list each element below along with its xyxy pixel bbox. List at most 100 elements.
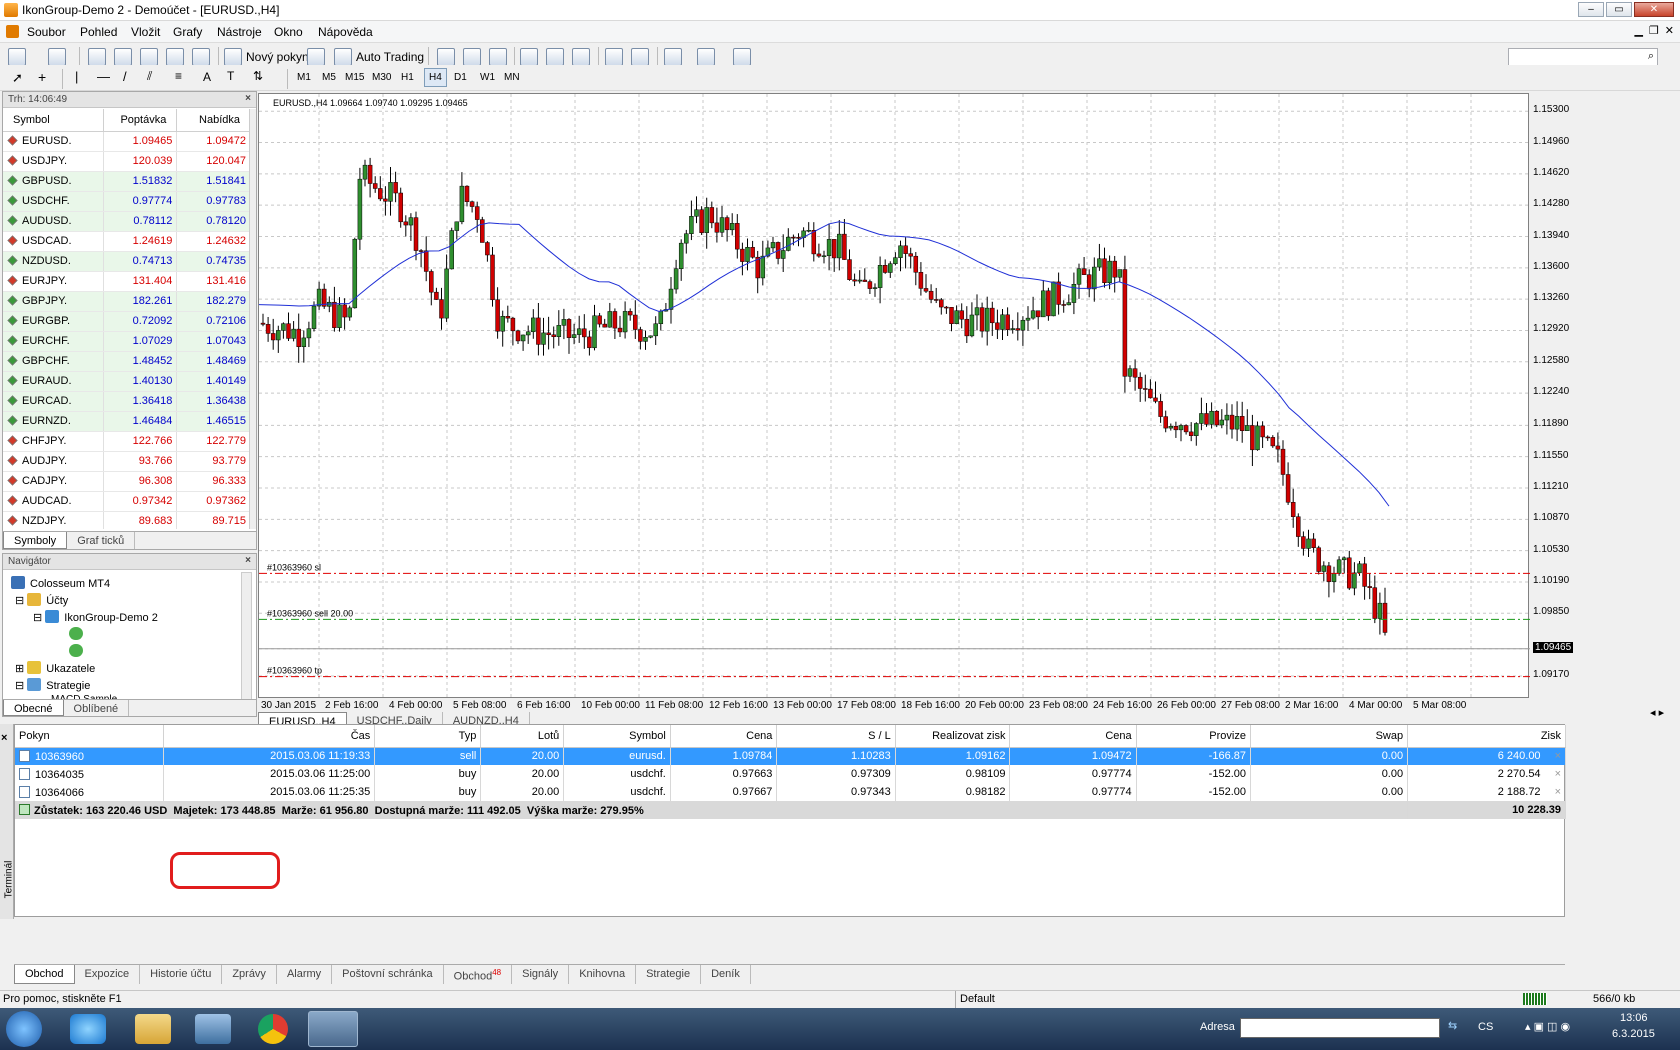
tab-symbols[interactable]: Symboly — [3, 532, 68, 549]
zoom-out-icon[interactable] — [546, 48, 564, 66]
close-order-icon[interactable]: × — [1555, 786, 1561, 798]
tf-m1[interactable]: M1 — [297, 72, 311, 83]
nav-user-2[interactable] — [69, 644, 88, 658]
terminal-close-icon[interactable]: × — [1, 732, 7, 744]
close-order-icon[interactable]: × — [1555, 768, 1561, 780]
close-icon[interactable]: × — [245, 93, 251, 104]
data-window-icon[interactable] — [114, 48, 132, 66]
close-order-icon[interactable]: × — [1555, 750, 1561, 762]
nav-root[interactable]: Colosseum MT4 — [11, 576, 110, 590]
mt4-taskbar-button[interactable] — [308, 1011, 358, 1047]
metaeditor-icon[interactable] — [307, 48, 325, 66]
market-watch-icon[interactable] — [88, 48, 106, 66]
child-close-icon[interactable]: ✕ — [1665, 24, 1674, 37]
col-header[interactable]: Zisk — [1407, 725, 1566, 748]
col-header[interactable]: Cena — [1009, 725, 1137, 748]
terminal-tab[interactable]: Knihovna — [569, 965, 637, 984]
minimize-button[interactable]: – — [1578, 2, 1604, 17]
chart-tabs-arrows-icon[interactable]: ◂ ▸ — [1650, 706, 1664, 719]
market-watch-row[interactable]: EURNZD. 1.46484 1.46515 — [3, 411, 251, 432]
market-watch-row[interactable]: EURCHF. 1.07029 1.07043 — [3, 331, 251, 352]
terminal-tab[interactable]: Strategie — [636, 965, 702, 984]
tab-general[interactable]: Obecné — [3, 700, 64, 716]
market-watch-row[interactable]: USDCHF. 0.97774 0.97783 — [3, 191, 251, 212]
terminal-tab[interactable]: Signály — [512, 965, 570, 984]
cursor-icon[interactable]: ➚ — [12, 70, 23, 86]
close-button[interactable]: ✕ — [1634, 2, 1674, 17]
child-minimize-icon[interactable]: ▁ — [1634, 24, 1642, 37]
terminal-tab[interactable]: Deník — [701, 965, 751, 984]
tf-h4[interactable]: H4 — [424, 68, 447, 87]
chrome-icon[interactable] — [258, 1014, 288, 1044]
terminal-tab[interactable]: Zprávy — [222, 965, 277, 984]
tf-mn[interactable]: MN — [504, 72, 520, 83]
trade-row[interactable]: 10363960 2015.03.06 11:19:33 sell 20.00 euru… — [15, 747, 1566, 765]
terminal-tab[interactable]: Obchod — [14, 965, 75, 984]
menu-view[interactable]: Pohled — [80, 25, 117, 39]
terminal-tab[interactable]: Expozice — [75, 965, 141, 984]
trendline-icon[interactable]: / — [123, 69, 127, 84]
nav-user-1[interactable] — [69, 627, 88, 641]
tf-m30[interactable]: M30 — [372, 72, 391, 83]
nav-account[interactable]: ⊟ IkonGroup-Demo 2 — [33, 610, 158, 624]
tf-d1[interactable]: D1 — [454, 72, 467, 83]
horizontal-line-icon[interactable]: — — [97, 69, 110, 84]
tray-icons[interactable]: ▴ ▣ ◫ ◉ — [1525, 1020, 1570, 1033]
col-header[interactable]: Lotů — [480, 725, 565, 748]
new-order-icon[interactable] — [224, 48, 242, 66]
col-ask[interactable]: Nabídka — [176, 109, 251, 132]
market-watch-row[interactable]: EURGBP. 0.72092 0.72106 — [3, 311, 251, 332]
market-watch-row[interactable]: EURUSD. 1.09465 1.09472 — [3, 131, 251, 152]
market-watch-row[interactable]: USDCAD. 1.24619 1.24632 — [3, 231, 251, 252]
market-watch-row[interactable]: AUDJPY. 93.766 93.779 — [3, 451, 251, 472]
auto-trading-button[interactable]: Auto Trading — [356, 50, 424, 64]
market-watch-row[interactable]: CHFJPY. 122.766 122.779 — [3, 431, 251, 452]
terminal-tab[interactable]: Obchod48 — [444, 965, 513, 984]
auto-trading-icon[interactable] — [334, 48, 352, 66]
tab-tick-chart[interactable]: Graf ticků — [67, 532, 136, 549]
tf-w1[interactable]: W1 — [480, 72, 495, 83]
text-label-icon[interactable]: T — [227, 69, 234, 83]
col-header[interactable]: Typ — [374, 725, 482, 748]
navigator-scrollbar[interactable] — [241, 572, 252, 702]
start-button[interactable] — [6, 1011, 42, 1047]
trade-row[interactable]: 10364035 2015.03.06 11:25:00 buy 20.00 usdch… — [15, 765, 1566, 783]
search-icon[interactable]: ⌕ — [1648, 50, 1654, 63]
language-indicator[interactable]: CS — [1478, 1021, 1493, 1033]
trade-row[interactable]: 10364066 2015.03.06 11:25:35 buy 20.00 usdch… — [15, 783, 1566, 801]
chart-window[interactable]: EURUSD.,H4 1.09664 1.09740 1.09295 1.094… — [258, 93, 1536, 699]
new-order-button[interactable]: Nový pokyn — [246, 50, 309, 64]
nav-strategies[interactable]: ⊟ Strategie — [15, 678, 90, 692]
nav-indicators[interactable]: ⊞ Ukazatele — [15, 661, 95, 675]
tile-windows-icon[interactable] — [572, 48, 590, 66]
market-watch-row[interactable]: EURAUD. 1.40130 1.40149 — [3, 371, 251, 392]
col-header[interactable]: Provize — [1136, 725, 1251, 748]
zoom-in-icon[interactable] — [520, 48, 538, 66]
line-chart-icon[interactable] — [489, 48, 507, 66]
vertical-line-icon[interactable]: | — [75, 69, 78, 84]
market-watch-row[interactable]: EURJPY. 131.404 131.416 — [3, 271, 251, 292]
ie-icon[interactable] — [70, 1014, 106, 1044]
market-watch-row[interactable]: AUDCAD. 0.97342 0.97362 — [3, 491, 251, 512]
market-watch-row[interactable]: NZDJPY. 89.683 89.715 — [3, 511, 251, 529]
fibonacci-icon[interactable]: ≡ — [175, 69, 182, 83]
candlestick-icon[interactable] — [463, 48, 481, 66]
channel-icon[interactable]: ⫽ — [147, 69, 152, 84]
terminal-tab[interactable]: Historie účtu — [140, 965, 223, 984]
tf-m15[interactable]: M15 — [345, 72, 364, 83]
market-watch-row[interactable]: CADJPY. 96.308 96.333 — [3, 471, 251, 492]
terminal-tab[interactable]: Alarmy — [277, 965, 333, 984]
crosshair-icon[interactable]: + — [38, 69, 46, 85]
market-watch-row[interactable]: EURCAD. 1.36418 1.36438 — [3, 391, 251, 412]
autoscroll-icon[interactable] — [605, 48, 623, 66]
menu-tools[interactable]: Nástroje — [217, 25, 262, 39]
menu-charts[interactable]: Grafy — [173, 25, 202, 39]
market-watch-row[interactable]: GBPJPY. 182.261 182.279 — [3, 291, 251, 312]
close-icon[interactable]: × — [245, 555, 251, 566]
col-header[interactable]: Cena — [670, 725, 778, 748]
explorer-icon[interactable] — [135, 1014, 171, 1044]
go-icon[interactable]: ⇆ — [1448, 1019, 1457, 1032]
market-watch-row[interactable]: USDJPY. 120.039 120.047 — [3, 151, 251, 172]
maximize-button[interactable]: ▭ — [1606, 2, 1632, 17]
candlestick-chart[interactable]: EURUSD.,H4 1.09664 1.09740 1.09295 1.094… — [258, 94, 1536, 699]
